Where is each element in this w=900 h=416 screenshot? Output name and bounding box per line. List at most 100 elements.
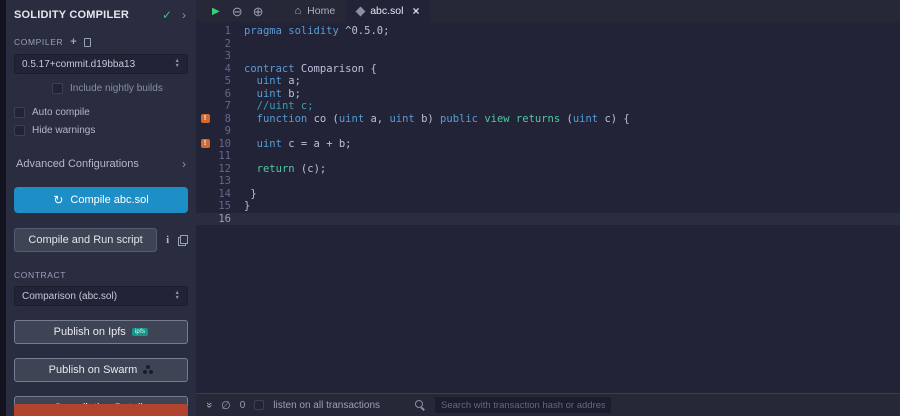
panel-title: SOLIDITY COMPILER (14, 9, 130, 21)
code-editor[interactable]: 1 pragma solidity ^0.5.0; 2 3 4 contract Comp… (196, 22, 900, 393)
select-arrows-icon: ▲ ▼ (174, 290, 180, 301)
file-icon[interactable] (84, 37, 92, 47)
transaction-count: 0 (239, 399, 246, 411)
error-annotation-icon[interactable]: ! (196, 138, 214, 151)
tab-abc-sol-label: abc.sol (370, 5, 404, 17)
error-annotation-icon[interactable]: ! (196, 113, 214, 126)
advanced-configurations-label: Advanced Configurations (16, 158, 139, 170)
zoom-in-button[interactable]: ⊕ (253, 5, 264, 18)
code-line[interactable]: 15} (196, 200, 900, 213)
code-line[interactable]: 14 } (196, 188, 900, 201)
bottom-partial-button[interactable] (14, 404, 188, 416)
line-number: 9 (224, 125, 231, 137)
info-icon[interactable]: i (166, 234, 169, 246)
ipfs-badge: ipfs (131, 328, 149, 336)
gutter-margin (196, 200, 214, 213)
line-number: 7 (224, 100, 231, 112)
tab-abc-sol[interactable]: abc.sol × (346, 0, 431, 22)
code-line[interactable]: 12 return (c); (196, 163, 900, 176)
close-tab-icon[interactable]: × (412, 4, 419, 18)
code-text: return (c); (256, 162, 327, 175)
gutter-margin (196, 150, 214, 163)
compile-button-label: Compile abc.sol (70, 194, 149, 206)
contract-label: CONTRACT (14, 270, 67, 280)
code-line[interactable]: 13 (196, 175, 900, 188)
compile-button[interactable]: ↻ Compile abc.sol (14, 187, 188, 213)
code-text: uint a; (256, 75, 301, 87)
code-line[interactable]: 2 (196, 38, 900, 51)
gutter-margin (196, 188, 214, 201)
publish-swarm-label: Publish on Swarm (48, 364, 138, 376)
auto-compile-checkbox[interactable] (14, 107, 25, 118)
line-number: 10 (218, 137, 231, 150)
compiler-label: COMPILER (14, 37, 64, 47)
line-number: 1 (224, 25, 231, 37)
compile-success-check-icon: ✓ (161, 8, 172, 22)
run-script-button[interactable]: ▶ (212, 6, 220, 17)
contract-select-value: Comparison (abc.sol) (22, 290, 118, 302)
code-line[interactable]: 11 (196, 150, 900, 163)
search-icon (415, 399, 426, 411)
line-number: 5 (224, 75, 231, 87)
add-compiler-icon[interactable]: + (70, 36, 77, 48)
tab-bar: ⌂ Home abc.sol × (284, 0, 431, 22)
sync-icon: ↻ (53, 193, 64, 207)
expand-terminal-icon[interactable]: » (203, 402, 215, 408)
line-number: 14 (218, 187, 231, 200)
copy-icon[interactable] (178, 234, 188, 246)
listen-transactions-checkbox[interactable] (254, 400, 265, 410)
publish-ipfs-label: Publish on Ipfs (53, 326, 126, 338)
zoom-out-button[interactable]: ⊖ (232, 5, 243, 18)
code-text: function co (uint a, uint b) public view… (256, 112, 630, 125)
code-line[interactable]: ! 8 function co (uint a, uint b) public v… (196, 113, 900, 126)
hide-warnings-label: Hide warnings (32, 125, 96, 136)
line-number: 12 (218, 162, 231, 175)
include-nightly-row: Include nightly builds (44, 83, 196, 94)
publish-ipfs-button[interactable]: Publish on Ipfs ipfs (14, 320, 188, 344)
select-arrows-icon: ▲ ▼ (174, 58, 180, 69)
terminal-search-input[interactable] (435, 397, 612, 413)
code-line[interactable]: 3 (196, 50, 900, 63)
publish-swarm-button[interactable]: Publish on Swarm (14, 358, 188, 382)
line-number: 3 (224, 50, 231, 62)
compiler-version-select[interactable]: 0.5.17+commit.d19bba13 ▲ ▼ (14, 54, 188, 74)
listen-transactions-label: listen on all transactions (273, 399, 381, 411)
line-number: 16 (218, 212, 231, 225)
code-line[interactable]: 1 pragma solidity ^0.5.0; (196, 25, 900, 38)
tab-home[interactable]: ⌂ Home (284, 0, 347, 22)
line-number: 11 (218, 150, 231, 162)
code-line[interactable]: ! 10 uint c = a + b; (196, 138, 900, 151)
clear-console-icon[interactable]: ∅ (221, 399, 231, 412)
hide-warnings-checkbox[interactable] (14, 125, 25, 136)
gutter-margin (196, 75, 214, 88)
code-line[interactable]: 6 uint b; (196, 88, 900, 101)
solidity-file-icon (355, 6, 366, 16)
code-text: uint b; (256, 87, 301, 100)
code-line[interactable]: 16 (196, 212, 900, 225)
editor-area: ▶ ⊖ ⊕ ⌂ Home abc.sol × 1 pragma solidity … (196, 0, 900, 416)
editor-toolbar: ▶ ⊖ ⊕ ⌂ Home abc.sol × (196, 0, 900, 22)
contract-select[interactable]: Comparison (abc.sol) ▲ ▼ (14, 286, 188, 306)
gutter-margin (196, 163, 214, 176)
line-number: 6 (224, 87, 231, 100)
code-line[interactable]: 5 uint a; (196, 75, 900, 88)
advanced-configurations-toggle[interactable]: Advanced Configurations › (6, 158, 196, 170)
code-line[interactable]: 9 (196, 125, 900, 138)
terminal-bar: » ∅ 0 listen on all transactions (196, 393, 900, 416)
code-text: uint c = a + b; (256, 137, 352, 150)
compiler-section-label: COMPILER + (6, 36, 196, 48)
gutter-margin (196, 63, 214, 76)
gutter-margin (196, 175, 214, 188)
code-line[interactable]: 4 contract Comparison { (196, 63, 900, 76)
line-number: 15 (218, 200, 231, 212)
include-nightly-checkbox[interactable] (52, 83, 63, 94)
chevron-right-icon[interactable]: › (182, 9, 186, 21)
compiler-version-value: 0.5.17+commit.d19bba13 (22, 58, 136, 70)
swarm-icon (143, 365, 154, 375)
auto-compile-label: Auto compile (32, 107, 90, 118)
compile-and-run-button[interactable]: Compile and Run script (14, 228, 158, 252)
code-line[interactable]: 7 //uint c; (196, 100, 900, 113)
line-number: 8 (224, 112, 231, 125)
line-number: 2 (224, 37, 231, 50)
gutter-margin (196, 50, 214, 63)
